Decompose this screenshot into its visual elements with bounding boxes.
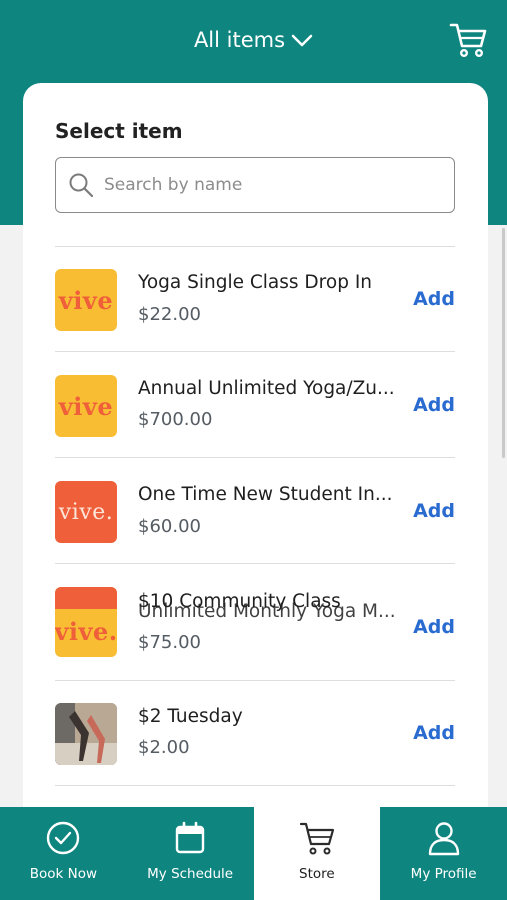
nav-label: Book Now (29, 866, 98, 882)
chevron-down-icon (291, 34, 313, 47)
nav-book-now[interactable]: Book Now (0, 807, 127, 900)
scrollbar[interactable] (502, 228, 505, 458)
cart-icon (449, 23, 487, 58)
item-price: $75.00 (138, 632, 201, 653)
item-price: $22.00 (138, 304, 201, 325)
nav-store[interactable]: Store (253, 807, 381, 900)
add-button[interactable]: Add (413, 722, 455, 744)
nav-label: My Profile (410, 866, 477, 882)
cart-icon (299, 822, 334, 855)
add-button[interactable]: Add (413, 288, 455, 310)
cart-button[interactable] (449, 22, 487, 58)
nav-label: My Schedule (147, 866, 234, 882)
list-item[interactable]: vive. One Time New Student In... $60.00 … (55, 459, 455, 564)
add-button[interactable]: Add (413, 616, 455, 638)
bottom-nav: Book Now My Schedule Store My Profile (0, 807, 507, 900)
item-name: One Time New Student In... (138, 484, 393, 505)
add-button[interactable]: Add (413, 500, 455, 522)
list-item[interactable]: vive Yoga Single Class Drop In $22.00 Ad… (55, 247, 455, 352)
nav-my-profile[interactable]: My Profile (380, 807, 507, 900)
nav-label: Store (299, 866, 335, 882)
category-dropdown[interactable]: All items (0, 28, 507, 52)
calendar-icon (175, 821, 205, 854)
vive-logo-thumbnail: vive (55, 269, 117, 331)
header-title: All items (193, 28, 286, 52)
add-button[interactable]: Add (413, 394, 455, 416)
search-field[interactable] (55, 157, 455, 213)
search-input[interactable] (104, 175, 424, 195)
overlay-item-name: $10 Community Class (138, 591, 341, 612)
vive-logo-thumbnail: vive. (55, 587, 117, 657)
list-item[interactable]: vive. Unlimited Monthly Yoga M... $10 Co… (55, 565, 455, 681)
item-price: $2.00 (138, 737, 190, 758)
list-item[interactable]: $2 Tuesday $2.00 Add (55, 681, 455, 786)
search-icon (69, 173, 94, 198)
vive-logo-thumbnail: vive. (55, 481, 117, 543)
vive-logo-thumbnail: vive (55, 375, 117, 437)
list-item[interactable]: vive Annual Unlimited Yoga/Zu... $700.00… (55, 353, 455, 458)
item-name: Annual Unlimited Yoga/Zu... (138, 378, 395, 399)
item-price: $60.00 (138, 516, 201, 537)
yoga-pose-image (55, 703, 117, 765)
card-title: Select item (55, 119, 183, 143)
item-name: Yoga Single Class Drop In (138, 272, 372, 293)
person-icon (428, 822, 459, 856)
item-price: $700.00 (138, 409, 213, 430)
check-circle-icon (47, 821, 80, 855)
item-name: $2 Tuesday (138, 706, 243, 727)
item-select-card: Select item vive Yoga Single Class Drop … (23, 83, 488, 807)
nav-my-schedule[interactable]: My Schedule (126, 807, 254, 900)
yoga-photo-thumbnail (55, 703, 117, 765)
